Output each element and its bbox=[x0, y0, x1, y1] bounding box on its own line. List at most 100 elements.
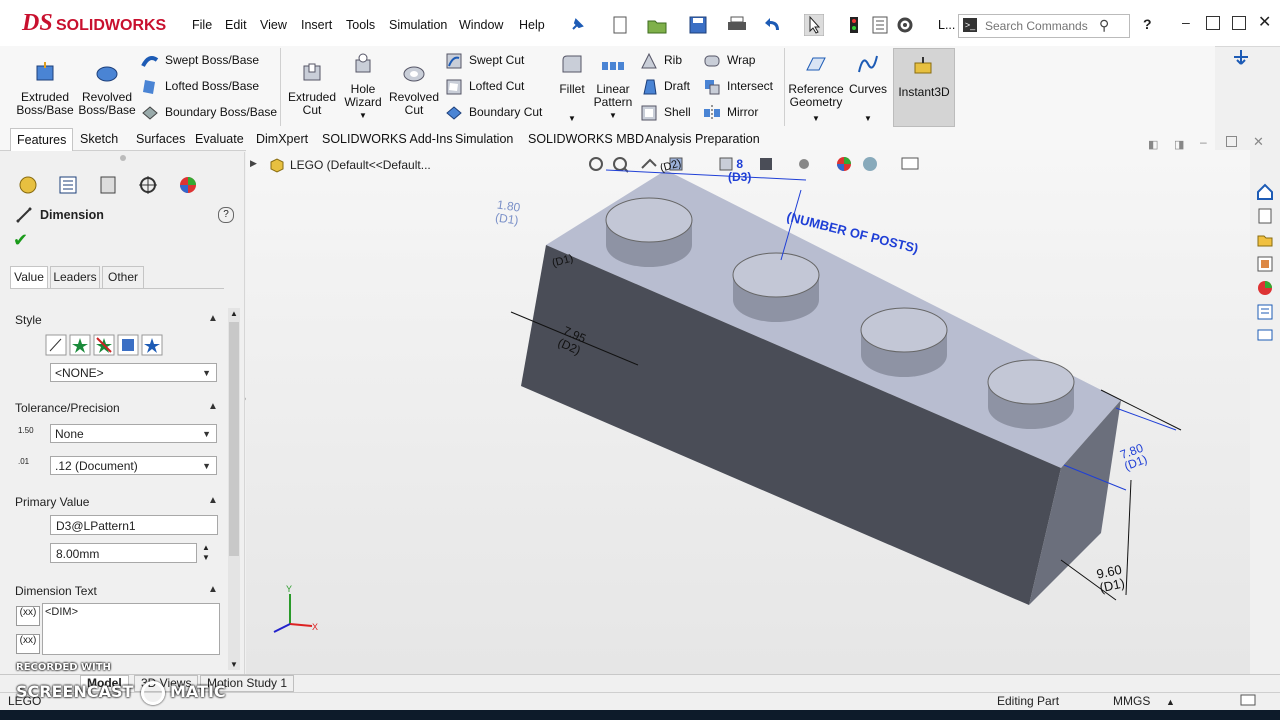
maximize-icon[interactable] bbox=[1232, 16, 1246, 30]
tab-simulation[interactable]: Simulation bbox=[449, 128, 519, 150]
lego-post[interactable] bbox=[987, 359, 1075, 429]
linear-pattern-dropdown-arrow-icon[interactable]: ▼ bbox=[590, 109, 636, 122]
help-question-icon[interactable]: ? bbox=[218, 207, 234, 223]
boundary-boss-button[interactable]: Boundary Boss/Base bbox=[141, 102, 277, 122]
subtab-other[interactable]: Other bbox=[102, 266, 144, 289]
lofted-cut-button[interactable]: Lofted Cut bbox=[445, 76, 524, 96]
revolved-boss-button[interactable]: Revolved Boss/Base bbox=[78, 60, 136, 117]
hole-wizard-dropdown-arrow-icon[interactable]: ▼ bbox=[338, 109, 388, 122]
expand-ribbon-icon[interactable] bbox=[1230, 48, 1252, 68]
rib-button[interactable]: Rib bbox=[640, 50, 682, 70]
tolerance-type-dropdown[interactable]: None ▼ bbox=[50, 424, 217, 443]
style-dropdown[interactable]: <NONE> ▼ bbox=[50, 363, 217, 382]
status-bubble-icon[interactable] bbox=[1240, 694, 1256, 708]
scroll-up-arrow-icon[interactable]: ▲ bbox=[230, 309, 238, 318]
dimension-text-area[interactable]: <DIM> bbox=[42, 603, 220, 655]
mirror-button[interactable]: Mirror bbox=[703, 102, 758, 122]
tab-evaluate[interactable]: Evaluate bbox=[189, 128, 250, 150]
lofted-boss-button[interactable]: Lofted Boss/Base bbox=[141, 76, 259, 96]
panel-scrollbar-thumb[interactable] bbox=[229, 322, 239, 556]
view-palette-icon[interactable] bbox=[1256, 255, 1274, 273]
search-commands-box[interactable]: >_ ⚲ bbox=[958, 14, 1130, 38]
load-style-icon[interactable] bbox=[141, 334, 163, 356]
new-document-icon[interactable] bbox=[610, 15, 630, 35]
doc-close-icon[interactable]: ✕ bbox=[1253, 134, 1264, 150]
swept-cut-button[interactable]: Swept Cut bbox=[445, 50, 524, 70]
tab-dimxpert[interactable]: DimXpert bbox=[250, 128, 314, 150]
open-folder-icon[interactable] bbox=[646, 15, 668, 35]
revolved-cut-button[interactable]: Revolved Cut bbox=[388, 60, 440, 117]
tolerance-collapse-icon[interactable]: ▲ bbox=[208, 401, 218, 412]
display-manager-tab[interactable] bbox=[172, 172, 204, 198]
dimension-value-field[interactable]: 8.00mm bbox=[50, 543, 197, 563]
select-cursor-icon[interactable] bbox=[804, 14, 824, 36]
menu-help[interactable]: Help bbox=[519, 18, 545, 32]
delete-style-icon[interactable] bbox=[93, 334, 115, 356]
dim-label-number-of-posts-value[interactable]: 8 (D3) bbox=[728, 158, 751, 184]
primary-value-collapse-icon[interactable]: ▲ bbox=[208, 495, 218, 506]
apply-default-style-icon[interactable] bbox=[45, 334, 67, 356]
dimension-text-collapse-icon[interactable]: ▲ bbox=[208, 584, 218, 595]
search-icon[interactable]: ⚲ bbox=[1099, 17, 1109, 34]
value-spinner-icon[interactable]: ▲ ▼ bbox=[202, 543, 210, 563]
custom-properties-icon[interactable] bbox=[1256, 303, 1274, 321]
subtab-leaders[interactable]: Leaders bbox=[50, 266, 100, 289]
file-properties-icon[interactable] bbox=[870, 15, 890, 35]
restore-icon[interactable] bbox=[1206, 16, 1220, 30]
tab-sketch[interactable]: Sketch bbox=[74, 128, 124, 150]
lego-post[interactable] bbox=[605, 197, 693, 267]
fillet-button[interactable]: Fillet ▼ bbox=[552, 52, 592, 125]
menu-insert[interactable]: Insert bbox=[301, 18, 332, 32]
dim-label-brick-height[interactable]: 9.60 (D1) bbox=[1095, 562, 1126, 596]
appearances-scenes-icon[interactable] bbox=[1256, 279, 1274, 297]
inspection-icon[interactable]: (xx) bbox=[16, 634, 40, 654]
property-manager-tab[interactable] bbox=[52, 172, 84, 198]
tab-surfaces[interactable]: Surfaces bbox=[130, 128, 191, 150]
options-gear-icon[interactable] bbox=[895, 15, 915, 35]
linear-pattern-button[interactable]: Linear Pattern ▼ bbox=[590, 52, 636, 122]
status-units[interactable]: MMGS bbox=[1113, 694, 1150, 708]
reference-geometry-dropdown-arrow-icon[interactable]: ▼ bbox=[786, 112, 846, 125]
menu-window[interactable]: Window bbox=[459, 18, 503, 32]
extruded-cut-button[interactable]: Extruded Cut bbox=[284, 60, 340, 117]
rebuild-traffic-light-icon[interactable] bbox=[844, 15, 864, 35]
ok-checkmark-icon[interactable]: ✔ bbox=[13, 230, 28, 251]
design-library-icon[interactable] bbox=[1256, 207, 1274, 225]
dim-label-post-height[interactable]: 1.80 (D1) bbox=[494, 198, 521, 228]
fillet-dropdown-arrow-icon[interactable]: ▼ bbox=[552, 112, 592, 125]
extruded-boss-button[interactable]: Extruded Boss/Base bbox=[16, 60, 74, 117]
menu-simulation[interactable]: Simulation bbox=[389, 18, 447, 32]
dimension-name-field[interactable]: D3@LPattern1 bbox=[50, 515, 218, 535]
menu-tools[interactable]: Tools bbox=[346, 18, 375, 32]
style-collapse-icon[interactable]: ▲ bbox=[208, 313, 218, 324]
panel-grip-icon[interactable] bbox=[120, 155, 126, 161]
add-style-icon[interactable] bbox=[69, 334, 91, 356]
menu-file[interactable]: File bbox=[192, 18, 212, 32]
save-style-icon[interactable] bbox=[117, 334, 139, 356]
feature-manager-tab[interactable] bbox=[12, 172, 44, 198]
tab-mbd[interactable]: SOLIDWORKS MBD bbox=[522, 128, 650, 150]
parentheses-icon[interactable]: (xx) bbox=[16, 606, 40, 626]
pin-icon[interactable] bbox=[568, 16, 586, 34]
print-icon[interactable] bbox=[726, 15, 748, 35]
curves-button[interactable]: Curves ▼ bbox=[846, 52, 890, 125]
units-chevron-up-icon[interactable]: ▲ bbox=[1166, 697, 1175, 707]
menu-view[interactable]: View bbox=[260, 18, 287, 32]
intersect-button[interactable]: Intersect bbox=[703, 76, 773, 96]
configuration-manager-tab[interactable] bbox=[92, 172, 124, 198]
file-explorer-icon[interactable] bbox=[1256, 231, 1274, 249]
menu-edit[interactable]: Edit bbox=[225, 18, 247, 32]
instant3d-button[interactable]: Instant3D bbox=[893, 48, 955, 127]
reference-geometry-button[interactable]: Reference Geometry ▼ bbox=[786, 52, 846, 125]
scroll-down-arrow-icon[interactable]: ▼ bbox=[230, 660, 238, 669]
wrap-button[interactable]: Wrap bbox=[703, 50, 755, 70]
solidworks-resources-home-icon[interactable] bbox=[1256, 183, 1274, 201]
save-icon[interactable] bbox=[688, 15, 708, 35]
forum-chat-icon[interactable] bbox=[1256, 327, 1274, 345]
doc-restore-icon[interactable] bbox=[1226, 136, 1237, 147]
swept-boss-button[interactable]: Swept Boss/Base bbox=[141, 50, 259, 70]
doc-minimize-icon[interactable]: – bbox=[1200, 135, 1207, 149]
lego-post[interactable] bbox=[860, 307, 948, 377]
hole-wizard-button[interactable]: Hole Wizard ▼ bbox=[338, 52, 388, 122]
close-icon[interactable]: ✕ bbox=[1258, 12, 1271, 32]
